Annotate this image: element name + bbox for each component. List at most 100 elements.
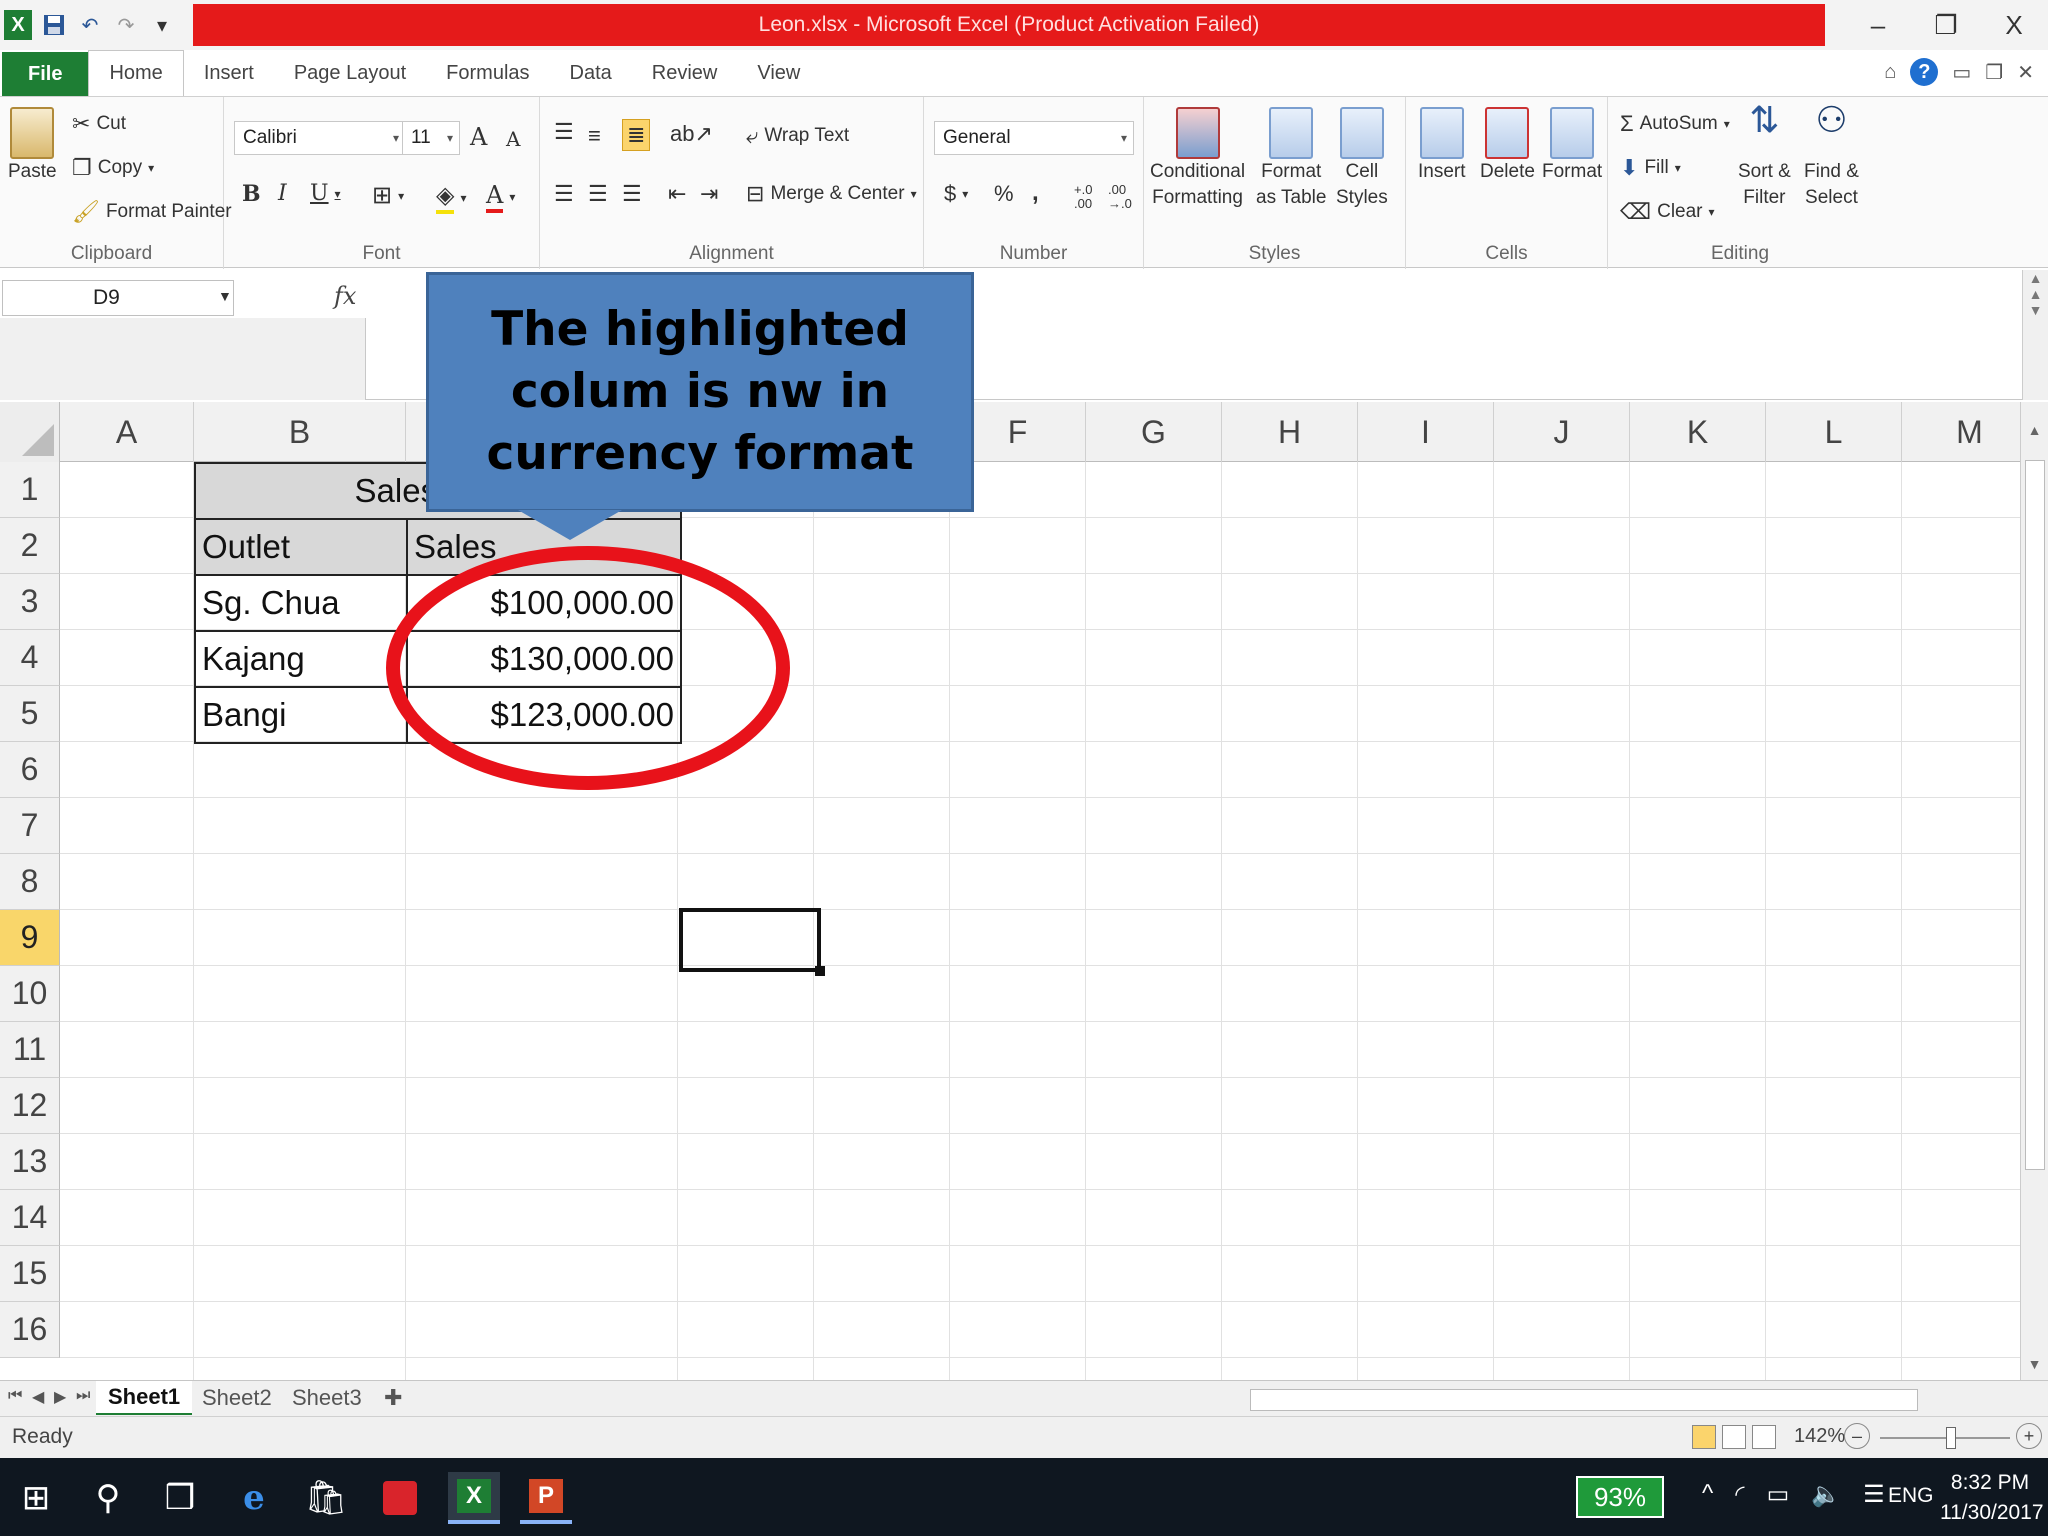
copy-button[interactable]: ❐ Copy ▾ [72, 155, 154, 181]
restore-button[interactable]: ❐ [1912, 0, 1980, 50]
underline-button[interactable]: U ▾ [310, 181, 341, 206]
workbook-close-icon[interactable]: ✕ [2017, 60, 2034, 85]
decrease-indent-button[interactable]: ⇤ [668, 181, 686, 207]
volume-icon[interactable]: 🔈 [1811, 1480, 1841, 1509]
format-cells-button[interactable]: Format [1542, 107, 1602, 185]
minimize-ribbon-icon[interactable]: ⌂ [1884, 61, 1896, 84]
row-header-12[interactable]: 12 [0, 1078, 60, 1134]
align-right-button[interactable]: ☰ [622, 181, 642, 207]
excel-taskbar-icon[interactable]: X [448, 1472, 500, 1524]
row-header-16[interactable]: 16 [0, 1302, 60, 1358]
prev-sheet-icon[interactable]: ◀ [32, 1387, 44, 1407]
align-middle-button[interactable]: ≡ [588, 123, 601, 149]
sheet-tab-3[interactable]: Sheet3 [280, 1381, 374, 1415]
customize-qat-icon[interactable]: ▾ [148, 10, 176, 40]
cell-styles-button[interactable]: Cell Styles [1336, 107, 1388, 211]
grow-font-button[interactable]: A [470, 123, 487, 151]
row-header-13[interactable]: 13 [0, 1134, 60, 1190]
search-icon[interactable]: ⚲ [82, 1472, 134, 1524]
row-header-10[interactable]: 10 [0, 966, 60, 1022]
tab-view[interactable]: View [737, 50, 820, 96]
row-header-9[interactable]: 9 [0, 910, 60, 966]
row-header-6[interactable]: 6 [0, 742, 60, 798]
zoom-level[interactable]: 142% [1794, 1425, 1845, 1448]
column-header-h[interactable]: H [1222, 402, 1358, 462]
comma-button[interactable]: , [1032, 179, 1039, 207]
increase-indent-button[interactable]: ⇥ [700, 181, 718, 207]
notifications-icon[interactable]: ☰ [1863, 1480, 1885, 1509]
row-header-1[interactable]: 1 [0, 462, 60, 518]
shrink-font-button[interactable]: A [506, 127, 520, 151]
zoom-slider-handle[interactable] [1946, 1427, 1956, 1449]
delete-cells-button[interactable]: Delete [1480, 107, 1535, 185]
tab-formulas[interactable]: Formulas [426, 50, 549, 96]
workbook-restore-icon[interactable]: ❐ [1985, 60, 2003, 85]
column-header-m[interactable]: M [1902, 402, 2020, 462]
tab-review[interactable]: Review [632, 50, 738, 96]
horizontal-scrollbar[interactable] [1250, 1389, 1918, 1411]
insert-cells-button[interactable]: Insert [1418, 107, 1466, 185]
row-header-14[interactable]: 14 [0, 1190, 60, 1246]
undo-icon[interactable]: ↶ [76, 10, 104, 40]
table-row[interactable]: Sg. Chua [194, 574, 408, 632]
task-view-icon[interactable]: ❒ [154, 1472, 206, 1524]
bold-button[interactable]: B [242, 181, 261, 207]
language-indicator[interactable]: ENG [1888, 1484, 1934, 1508]
paste-button[interactable]: Paste [8, 107, 57, 185]
close-button[interactable]: X [1980, 0, 2048, 50]
header-outlet-cell[interactable]: Outlet [194, 518, 408, 576]
percent-button[interactable]: % [994, 181, 1014, 207]
active-cell-d9[interactable] [679, 908, 821, 972]
fill-color-button[interactable]: ◈ ▾ [436, 181, 467, 214]
increase-decimal-button[interactable]: +.0 .00 [1074, 183, 1102, 211]
column-header-b[interactable]: B [194, 402, 406, 462]
clear-button[interactable]: ⌫ Clear ▾ [1620, 199, 1715, 225]
name-box-dropdown-icon[interactable]: ▼ [218, 288, 232, 304]
align-left-button[interactable]: ☰ [554, 181, 574, 207]
table-row[interactable]: Kajang [194, 630, 408, 688]
zoom-in-button[interactable]: + [2016, 1423, 2042, 1449]
autosum-button[interactable]: Σ AutoSum ▾ [1620, 111, 1730, 137]
page-layout-view-icon[interactable] [1722, 1425, 1746, 1449]
align-center-button[interactable]: ☰ [588, 181, 608, 207]
column-header-k[interactable]: K [1630, 402, 1766, 462]
tab-file[interactable]: File [2, 52, 89, 96]
sort-filter-button[interactable]: ⇅ Sort & Filter [1738, 102, 1791, 211]
powerpoint-taskbar-icon[interactable]: P [520, 1472, 572, 1524]
column-header-j[interactable]: J [1494, 402, 1630, 462]
normal-view-icon[interactable] [1692, 1425, 1716, 1449]
insert-sheet-icon[interactable]: ✚ [372, 1381, 414, 1415]
column-header-i[interactable]: I [1358, 402, 1494, 462]
minimize-button[interactable]: – [1844, 0, 1912, 50]
name-box[interactable]: D9 [2, 280, 234, 316]
zoom-out-button[interactable]: – [1844, 1423, 1870, 1449]
row-header-5[interactable]: 5 [0, 686, 60, 742]
find-select-button[interactable]: ⚇ Find & Select [1804, 102, 1859, 211]
orientation-button[interactable]: ab↗ [670, 121, 713, 147]
align-bottom-button[interactable]: ≣ [622, 119, 651, 151]
merge-center-button[interactable]: ⊟ Merge & Center ▾ [746, 181, 917, 207]
decrease-decimal-button[interactable]: .00 →.0 [1108, 183, 1136, 211]
zoom-slider[interactable] [1880, 1437, 2010, 1439]
vertical-scroll-thumb[interactable] [2025, 460, 2045, 1170]
help-icon[interactable]: ? [1910, 58, 1939, 86]
chevron-up-icon[interactable]: ^ [1702, 1480, 1713, 1509]
row-header-3[interactable]: 3 [0, 574, 60, 630]
edge-browser-icon[interactable]: e [228, 1472, 280, 1524]
column-header-a[interactable]: A [60, 402, 194, 462]
store-icon[interactable]: 🛍 [300, 1472, 352, 1524]
column-header-g[interactable]: G [1086, 402, 1222, 462]
sheet-tab-2[interactable]: Sheet2 [190, 1381, 284, 1415]
format-painter-button[interactable]: 🖌 Format Painter [72, 199, 232, 225]
row-header-15[interactable]: 15 [0, 1246, 60, 1302]
borders-button[interactable]: ⊞ ▾ [372, 181, 404, 210]
row-header-7[interactable]: 7 [0, 798, 60, 854]
battery-indicator[interactable]: 93% [1576, 1476, 1664, 1518]
font-color-button[interactable]: A ▾ [486, 181, 515, 213]
wifi-icon[interactable]: ◜ [1735, 1480, 1744, 1509]
tab-page-layout[interactable]: Page Layout [274, 50, 426, 96]
vertical-scrollbar[interactable]: ▲ ▼ [2020, 402, 2048, 1380]
last-sheet-icon[interactable]: ⏭ [76, 1387, 90, 1405]
number-format-combo[interactable]: General ▾ [934, 121, 1134, 155]
tab-data[interactable]: Data [550, 50, 632, 96]
